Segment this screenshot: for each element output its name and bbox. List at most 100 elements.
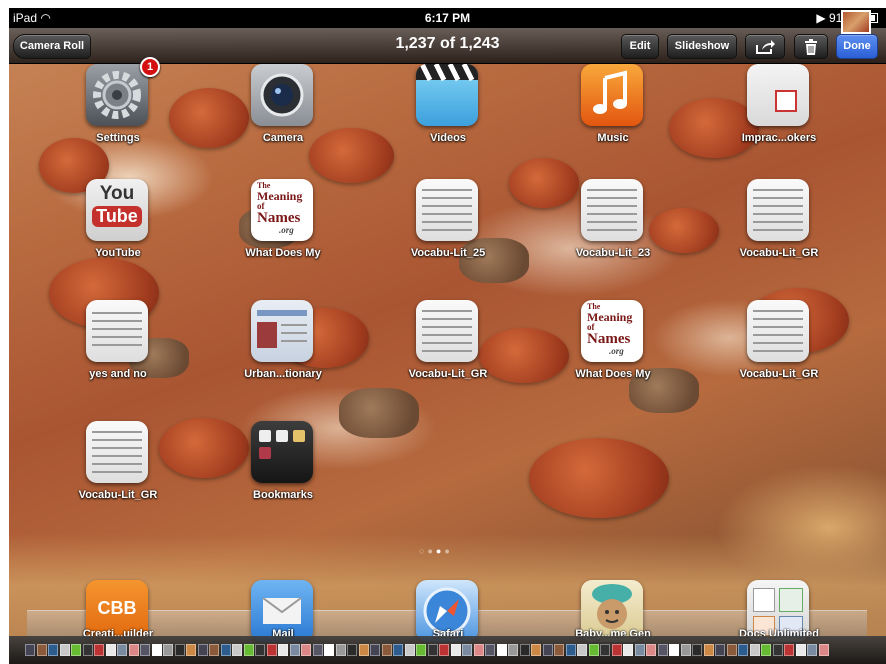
filmstrip-thumbnail xyxy=(393,644,403,656)
filmstrip-thumbnail xyxy=(220,644,231,656)
filmstrip-thumbnail xyxy=(209,644,219,656)
app-vocabu-lit-gr[interactable]: Vocabu-Lit_GR xyxy=(388,300,508,400)
app-what-does-my-name-mean[interactable]: The Meaning of Names .org What Does My xyxy=(223,179,343,279)
filmstrip-thumbnail xyxy=(36,644,47,656)
filmstrip-thumbnail xyxy=(232,644,242,656)
app-impractical-jokers[interactable]: Imprac...okers xyxy=(719,64,839,164)
app-label: Vocabu-Lit_25 xyxy=(410,247,486,259)
filmstrip-thumbnail xyxy=(715,644,725,656)
filmstrip-thumbnail xyxy=(266,644,277,656)
page-dot: ● xyxy=(427,546,436,556)
filmstrip-thumbnail xyxy=(404,644,415,656)
share-icon xyxy=(756,40,775,54)
youtube-tube-text: Tube xyxy=(92,206,142,227)
filmstrip-thumbnail xyxy=(105,644,116,656)
filmstrip-thumbnail xyxy=(807,644,817,656)
filmstrip-thumbnail xyxy=(151,644,162,656)
bookmarks-folder[interactable]: Bookmarks xyxy=(223,421,343,521)
pepperoni xyxy=(529,438,669,518)
camera-icon xyxy=(251,64,313,126)
filmstrip-thumbnail xyxy=(450,644,461,656)
app-vocabu-lit-gr[interactable]: Vocabu-Lit_GR xyxy=(58,421,178,521)
filmstrip-thumbnail xyxy=(761,644,771,656)
filmstrip-thumbnail xyxy=(818,644,829,656)
page-dot: ● xyxy=(444,546,453,556)
page-indicator[interactable]: ○●●● xyxy=(419,546,453,556)
photo-viewer: iPad ◠ 6:17 PM ▶ 91% Camera Roll 1,237 o… xyxy=(9,8,886,664)
filmstrip-thumbnail xyxy=(634,644,645,656)
filmstrip-thumbnail xyxy=(48,644,58,656)
done-button[interactable]: Done xyxy=(836,34,878,59)
app-camera[interactable]: Camera xyxy=(223,64,343,164)
filmstrip-thumbnail xyxy=(473,644,484,656)
slideshow-button[interactable]: Slideshow xyxy=(667,34,737,59)
share-button[interactable] xyxy=(745,34,785,59)
filmstrip-thumbnail xyxy=(140,644,150,656)
app-label: Settings xyxy=(96,132,140,144)
app-vocabu-lit-25[interactable]: Vocabu-Lit_25 xyxy=(388,179,508,279)
filmstrip-thumbnail xyxy=(496,644,507,656)
document-icon xyxy=(416,300,478,362)
app-vocabu-lit-gr[interactable]: Vocabu-Lit_GR xyxy=(719,179,839,279)
filmstrip-thumbnail xyxy=(749,644,760,656)
filmstrip-thumbnail xyxy=(278,644,288,656)
names-logo-icon: The Meaning of Names .org xyxy=(251,179,313,241)
filmstrip-thumbnail xyxy=(289,644,300,656)
photo-filmstrip-scrubber[interactable] xyxy=(9,636,886,664)
filmstrip-thumbnail xyxy=(462,644,472,656)
filmstrip-thumbnail xyxy=(669,644,679,656)
names-logo-icon: The Meaning of Names .org xyxy=(581,300,643,362)
app-label: Vocabu-Lit_23 xyxy=(575,247,651,259)
app-thumbnail-icon xyxy=(747,64,809,126)
app-label: YouTube xyxy=(95,247,141,259)
edit-button[interactable]: Edit xyxy=(621,34,659,59)
app-youtube[interactable]: You Tube YouTube xyxy=(58,179,178,279)
filmstrip-thumbnail xyxy=(600,644,610,656)
filmstrip-thumbnail xyxy=(174,644,185,656)
filmstrip-thumbnail xyxy=(531,644,541,656)
filmstrip-thumbnail xyxy=(692,644,702,656)
filmstrip-thumbnail xyxy=(82,644,93,656)
filmstrip-thumbnail xyxy=(795,644,806,656)
filmstrip-thumbnail xyxy=(255,644,265,656)
filmstrip-thumbnail xyxy=(657,644,668,656)
app-yes-and-no[interactable]: yes and no xyxy=(58,300,178,400)
notification-badge: 1 xyxy=(140,57,160,77)
app-videos[interactable]: Videos xyxy=(388,64,508,164)
filmstrip-thumbnail xyxy=(25,644,35,656)
filmstrip-thumbnail xyxy=(703,644,714,656)
filmstrip-thumbnail xyxy=(611,644,622,656)
youtube-you-text: You xyxy=(99,183,135,204)
trash-icon xyxy=(805,39,817,55)
app-what-does-my-name-mean[interactable]: The Meaning of Names .org What Does My xyxy=(553,300,673,400)
filmstrip-thumbnail xyxy=(358,644,369,656)
filmstrip-thumbnail xyxy=(117,644,127,656)
filmstrip-thumbnail xyxy=(163,644,173,656)
filmstrip-thumbnail xyxy=(680,644,691,656)
app-label: Music xyxy=(597,132,629,144)
filmstrip-thumbnail xyxy=(784,644,794,656)
filmstrip-thumbnail xyxy=(243,644,254,656)
names-text: Meaning xyxy=(587,310,633,324)
delete-button[interactable] xyxy=(794,34,828,59)
filmstrip-thumbnail xyxy=(59,644,70,656)
filmstrip-thumbnail xyxy=(646,644,656,656)
document-icon xyxy=(747,179,809,241)
app-vocabu-lit-gr[interactable]: Vocabu-Lit_GR xyxy=(719,300,839,400)
document-icon xyxy=(747,300,809,362)
filmstrip-thumbnail xyxy=(565,644,576,656)
folder-icon xyxy=(251,421,313,483)
filmstrip-thumbnail xyxy=(186,644,196,656)
document-icon xyxy=(416,179,478,241)
app-urban-dictionary[interactable]: Urban...tionary xyxy=(223,300,343,400)
app-music[interactable]: Music xyxy=(553,64,673,164)
document-icon xyxy=(86,421,148,483)
app-settings[interactable]: 1 Settings xyxy=(58,57,178,164)
app-vocabu-lit-23[interactable]: Vocabu-Lit_23 xyxy=(553,179,673,279)
filmstrip-thumbnail xyxy=(508,644,518,656)
play-icon: ▶ xyxy=(816,11,826,25)
names-text: Names xyxy=(257,210,301,226)
filmstrip-thumbnail xyxy=(772,644,783,656)
app-label: Vocabu-Lit_GR xyxy=(739,247,819,259)
current-photo-thumbnail[interactable] xyxy=(841,10,871,34)
